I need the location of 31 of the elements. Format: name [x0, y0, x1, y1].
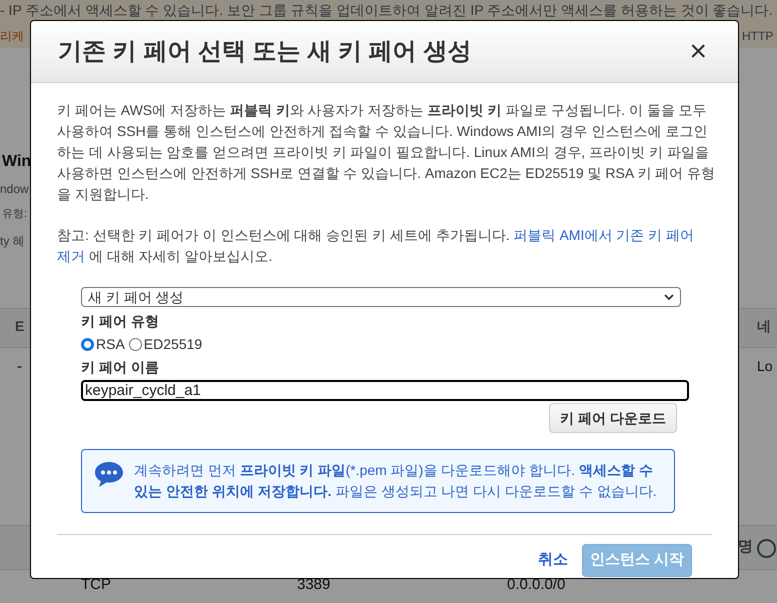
description-text: 키 페어는 AWS에 저장하는 퍼블릭 키와 사용자가 저장하는 프라이빗 키 파일로 구성됩니다. 이 둘을 모두 사용하여 SSH를 통해 인스턴스에 안전하게 접속할 수 있습니다. Windows AMI의 경우 인스턴스에 로그인하는 데 사용되는 암호를 얻으려면 프라이빗 키 파일이 필요합니다. Linux AMI의 경우, 프라이빗 키 파일을 사용하면 인스턴스에 안전하게 SSH로 연결할 수 있습니다. Amazon EC2는 ED25519 및 RSA 키 페어 유형을 지원합니다.: [57, 101, 716, 204]
warning-text: HTTP: [742, 30, 774, 42]
learn-more-link[interactable]: 제거: [57, 248, 85, 264]
close-button[interactable]: ×: [685, 36, 711, 66]
key-type-radio[interactable]: ED25519: [128, 334, 202, 355]
column-header: E: [15, 319, 24, 333]
table-cell: -: [17, 359, 22, 374]
key-pair-dropdown[interactable]: 새 키 페어 생성: [81, 287, 681, 307]
detail-text: ty 혜: [0, 235, 25, 247]
column-header: 명: [738, 539, 753, 554]
detail-label: 유형:: [2, 209, 28, 220]
dialog-title: 기존 키 페어 선택 또는 새 키 페어 생성: [58, 36, 472, 66]
column-header: 네: [757, 319, 771, 333]
cancel-link[interactable]: 취소: [538, 549, 568, 572]
warning-text: 리케: [0, 30, 24, 42]
learn-more-link[interactable]: 퍼블릭 AMI에서 기존 키 페어: [514, 227, 694, 243]
speech-bubble-icon: [94, 461, 124, 488]
table-cell: 3389: [297, 577, 330, 592]
download-key-pair-button[interactable]: 키 페어 다운로드: [549, 403, 677, 433]
table-cell: Lo: [757, 359, 773, 373]
table-cell: 0.0.0.0/0: [507, 577, 566, 592]
warning-text: - IP 주소에서 액세스할 수 있습니다. 보안 그룹 규칙을 업데이트하여 알려진 IP 주소에서만 액세스를 허용하는 것이 좋습니다.: [0, 3, 773, 17]
chevron-down-icon: [664, 294, 674, 300]
section-heading: Win: [2, 154, 32, 170]
key-type-radio[interactable]: RSA: [81, 334, 125, 355]
note-text: 참고: 선택한 키 페어가 이 인스턴스에 대해 승인된 키 세트에 추가됩니다. 퍼블릭 AMI에서 기존 키 페어 제거 에 대해 자세히 알아보십시오.: [57, 226, 696, 266]
detail-text: ndow: [0, 183, 29, 195]
key-name-input[interactable]: keypair_cycld_a1: [81, 380, 689, 401]
info-text: 계속하려면 먼저 프라이빗 키 파일(*.pem 파일)을 다운로드해야 합니다. 액세스할 수 있는 안전한 위치에 저장합니다. 파일은 생성되고 나면 다시 다운로드할 수 없습니다.: [134, 461, 658, 501]
field-label: 키 페어 이름: [81, 358, 160, 377]
field-label: 키 페어 유형: [81, 312, 160, 331]
